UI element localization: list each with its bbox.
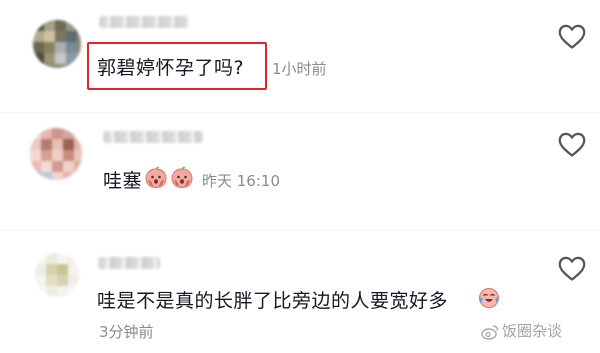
comment-time: 昨天 16:10: [202, 172, 280, 190]
username[interactable]: [99, 16, 189, 28]
comment-text: 哇是不是真的长胖了比旁边的人要宽好多: [97, 290, 449, 312]
username[interactable]: [103, 131, 203, 143]
watermark: 饭圈杂谈: [481, 320, 562, 341]
comment-text: 郭碧婷怀孕了吗?: [97, 57, 245, 79]
comment-time: 3分钟前: [99, 323, 154, 341]
username[interactable]: [98, 257, 160, 269]
avatar[interactable]: [30, 128, 82, 180]
heart-icon[interactable]: [558, 256, 586, 282]
heart-icon[interactable]: [558, 132, 586, 158]
comment-text: 哇塞: [103, 170, 143, 192]
comment-item-1: 郭碧婷怀孕了吗? 1小时前: [0, 0, 600, 110]
avatar[interactable]: [35, 253, 79, 297]
heart-icon[interactable]: [558, 24, 586, 50]
avatar[interactable]: [33, 20, 81, 68]
comment-item-2: 哇塞 昨天 16:10: [0, 113, 600, 230]
weibo-logo-icon: [481, 324, 499, 340]
peach-fear-icon: [171, 166, 193, 189]
watermark-text: 饭圈杂谈: [501, 322, 562, 340]
comment-time: 1小时前: [272, 60, 327, 78]
peach-fear-icon: [145, 166, 167, 189]
laughing-crying-icon: [479, 288, 499, 308]
